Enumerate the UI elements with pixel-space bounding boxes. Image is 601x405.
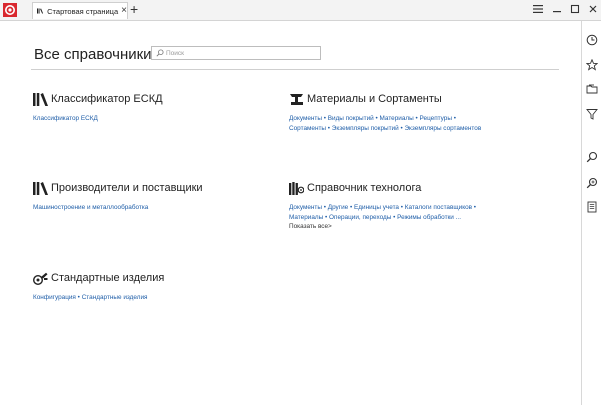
section-links: Конфигурация • Стандартные изделия <box>33 294 148 301</box>
right-toolbar <box>581 21 601 405</box>
technologist-icon <box>289 181 304 195</box>
link-materials[interactable]: Материалы <box>380 115 414 122</box>
maximize-button[interactable] <box>569 2 581 16</box>
section-title[interactable]: Классификатор ЕСКД <box>51 93 163 105</box>
advanced-search-icon[interactable] <box>586 177 598 189</box>
section-eskd-classifier: Классификатор ЕСКД Классификатор ЕСКД <box>33 91 273 124</box>
star-icon[interactable] <box>586 59 598 71</box>
section-title[interactable]: Справочник технолога <box>307 182 421 194</box>
document-icon[interactable] <box>586 201 598 213</box>
history-icon[interactable] <box>586 34 598 46</box>
section-manufacturers: Производители и поставщики Машиностроени… <box>33 180 273 213</box>
link-units[interactable]: Единицы учета <box>354 204 399 211</box>
folder-icon[interactable] <box>586 83 598 95</box>
search-input[interactable] <box>166 47 316 59</box>
page-title: Все справочники <box>34 46 152 63</box>
app-logo-icon <box>3 3 17 17</box>
search-icon <box>156 49 164 57</box>
search-icon[interactable] <box>586 151 598 163</box>
section-technologist: Справочник технолога Документы • Другие … <box>289 180 539 232</box>
header-divider <box>31 69 559 70</box>
tab-close-button[interactable]: × <box>121 6 127 16</box>
start-page: Все справочники Классификатор ЕСКД Класс… <box>0 21 580 405</box>
link-supplier-catalogs[interactable]: Каталоги поставщиков <box>405 204 472 211</box>
section-materials: Материалы и Сортаменты Документы • Виды … <box>289 91 529 133</box>
filter-icon[interactable] <box>586 108 598 120</box>
link-processing-modes[interactable]: Режимы обработки ... <box>397 214 461 221</box>
section-title[interactable]: Производители и поставщики <box>51 182 203 194</box>
link-recipes[interactable]: Рецептуры <box>420 115 452 122</box>
maximize-icon <box>570 4 580 14</box>
link-documents[interactable]: Документы <box>289 115 322 122</box>
search-box[interactable] <box>151 46 321 60</box>
link-materials[interactable]: Материалы <box>289 214 323 221</box>
close-window-button[interactable] <box>587 2 599 16</box>
link-machine-building[interactable]: Машиностроение и металлообработка <box>33 204 148 211</box>
link-assortment-instances[interactable]: Экземпляры сортаментов <box>404 125 481 132</box>
show-all-link[interactable]: Показать все> <box>289 222 539 232</box>
link-documents[interactable]: Документы <box>289 204 322 211</box>
link-coating-instances[interactable]: Экземпляры покрытий <box>332 125 399 132</box>
tab-start-page[interactable]: Стартовая страница × <box>32 2 128 19</box>
link-standard-parts[interactable]: Стандартные изделия <box>82 294 148 301</box>
link-operations[interactable]: Операции, переходы <box>329 214 391 221</box>
materials-icon <box>290 93 303 105</box>
standard-parts-icon <box>33 272 48 285</box>
books-icon <box>33 92 48 106</box>
section-standard-parts: Стандартные изделия Конфигурация • Станд… <box>33 270 273 303</box>
minimize-icon <box>553 11 561 13</box>
link-assortments[interactable]: Сортаменты <box>289 125 326 132</box>
link-others[interactable]: Другие <box>328 204 348 211</box>
books-icon <box>37 8 44 14</box>
section-links: Документы • Виды покрытий • Материалы • … <box>289 115 482 132</box>
title-bar: Стартовая страница × + <box>0 0 601 21</box>
tab-title: Стартовая страница <box>47 6 119 16</box>
link-coating-types[interactable]: Виды покрытий <box>328 115 374 122</box>
link-configuration[interactable]: Конфигурация <box>33 294 76 301</box>
section-title[interactable]: Стандартные изделия <box>51 272 164 284</box>
menu-icon[interactable] <box>532 3 544 15</box>
new-tab-button[interactable]: + <box>130 2 138 17</box>
section-links: Классификатор ЕСКД <box>33 114 273 124</box>
section-links: Документы • Другие • Единицы учета • Кат… <box>289 204 477 221</box>
close-icon <box>589 5 597 13</box>
books-icon <box>33 181 48 195</box>
section-links: Машиностроение и металлообработка <box>33 203 273 213</box>
section-title[interactable]: Материалы и Сортаменты <box>307 93 442 105</box>
minimize-button[interactable] <box>551 2 563 16</box>
link-eskd-classifier[interactable]: Классификатор ЕСКД <box>33 115 98 122</box>
